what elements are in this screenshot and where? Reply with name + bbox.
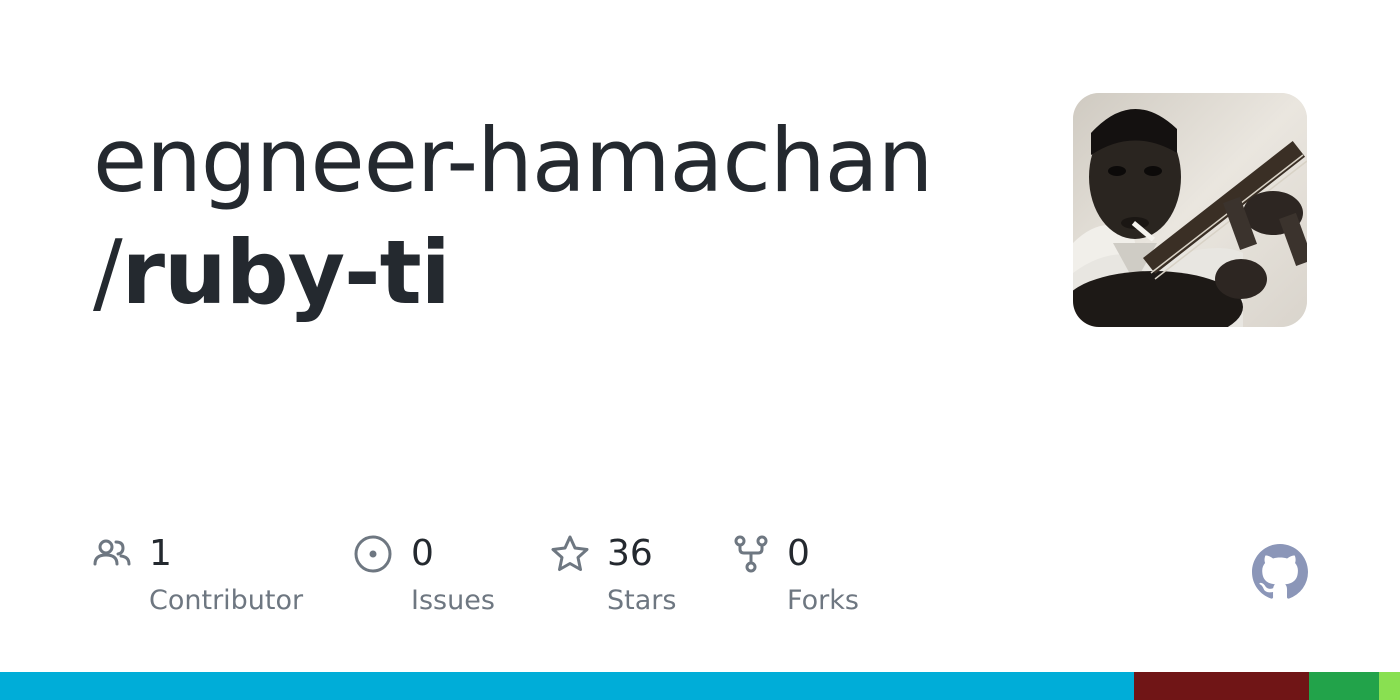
issues-label: Issues (411, 585, 495, 616)
repo-title: engneer-hamachan /ruby-ti (93, 105, 1023, 329)
repo-separator: / (93, 221, 123, 324)
fork-icon (734, 535, 768, 573)
repo-owner[interactable]: engneer-hamachan (93, 105, 1023, 217)
people-icon (93, 539, 131, 566)
stars-count: 36 (607, 533, 653, 574)
contributors-label: Contributor (149, 585, 304, 616)
language-segment (1309, 672, 1379, 700)
issues-count: 0 (411, 533, 434, 574)
repo-name[interactable]: ruby-ti (122, 221, 451, 324)
stars-label: Stars (607, 585, 677, 616)
contributors-count: 1 (149, 533, 172, 574)
language-bar (0, 672, 1400, 700)
owner-avatar[interactable] (1073, 93, 1307, 327)
star-icon (551, 535, 589, 571)
avatar-photo (1073, 93, 1307, 327)
issue-icon (354, 535, 392, 573)
language-segment (1134, 672, 1309, 700)
repo-name-line: /ruby-ti (93, 217, 1023, 329)
language-segment (1379, 672, 1400, 700)
language-segment (0, 672, 1134, 700)
forks-label: Forks (787, 585, 859, 616)
github-icon[interactable] (1252, 544, 1308, 600)
forks-count: 0 (787, 533, 810, 574)
repo-social-card: engneer-hamachan /ruby-ti 1 Contributor … (0, 0, 1400, 700)
